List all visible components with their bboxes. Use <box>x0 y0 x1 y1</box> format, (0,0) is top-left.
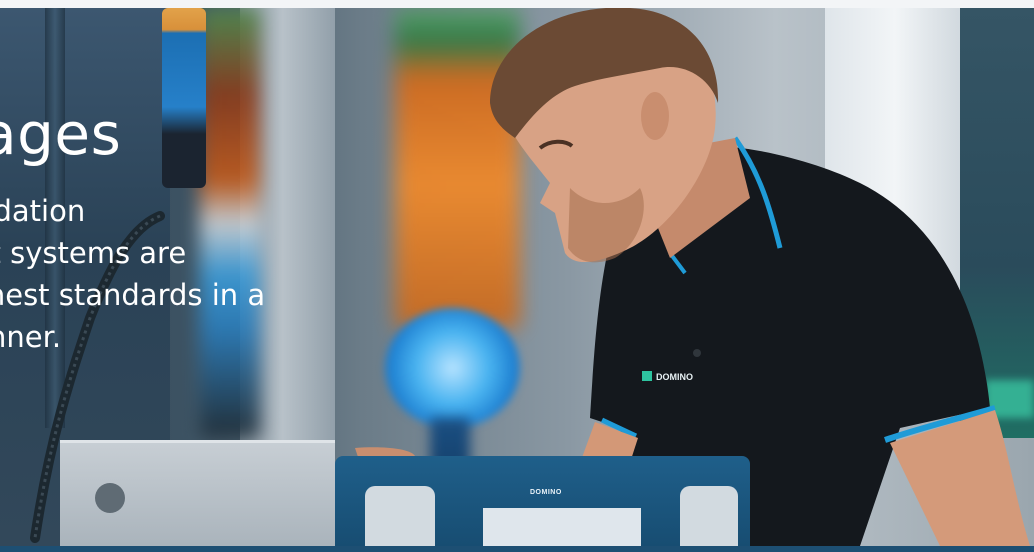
hero-description-line: Validation <box>0 194 86 228</box>
signal-tower-small <box>162 8 206 188</box>
device-panel-left <box>365 486 435 546</box>
printer-controller: DOMINO <box>335 456 750 546</box>
device-logo: DOMINO <box>530 489 562 496</box>
machine-base <box>60 440 335 546</box>
hero-description-line: that systems are <box>0 236 187 270</box>
hero-description-line: manner. <box>0 320 62 354</box>
blue-signal-light <box>385 308 520 428</box>
hero-banner: DOMINO DOMINO kages Validation that syst… <box>0 8 1034 546</box>
machine-dial <box>95 483 125 513</box>
hero-title: kages <box>0 100 122 168</box>
top-strip <box>0 0 1034 8</box>
hero-description-line: highest standards in a <box>0 278 266 312</box>
bottom-accent-bar <box>0 546 1034 552</box>
shirt-logo-text: DOMINO <box>656 372 693 382</box>
hero-description: Validation that systems are highest stan… <box>0 190 362 358</box>
device-screen <box>483 508 641 546</box>
device-panel-right <box>680 486 738 546</box>
